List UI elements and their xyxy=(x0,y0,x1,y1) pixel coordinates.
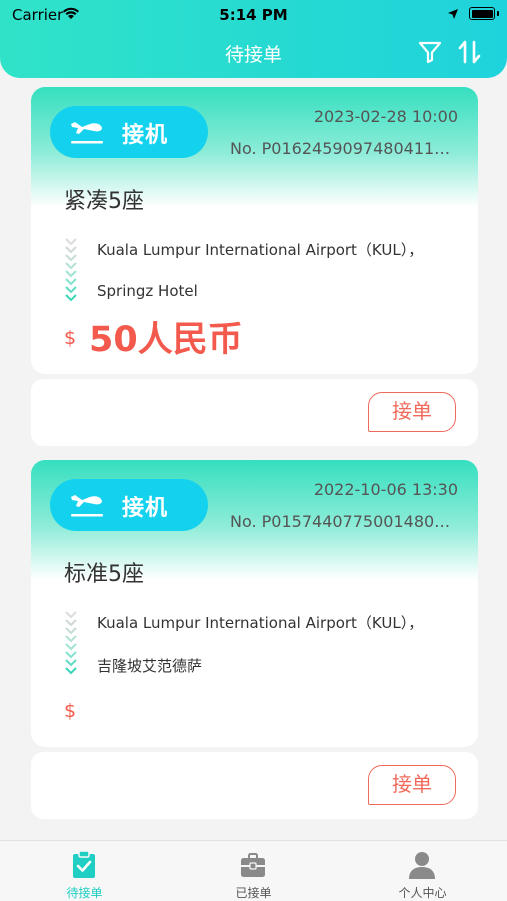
vehicle-type: 紧凑5座 xyxy=(64,189,144,214)
tab-pending-orders[interactable]: 待接单 xyxy=(0,841,169,901)
vehicle-type: 标准5座 xyxy=(64,562,144,587)
order-card[interactable]: 接机 2023-02-28 10:00 No. P016245909748041… xyxy=(31,87,478,374)
order-action-bar: 接单 xyxy=(31,379,478,446)
accept-order-button[interactable]: 接单 xyxy=(368,392,456,432)
order-date: 2022-10-06 13:30 xyxy=(313,480,458,499)
status-bar: Carrier 5:14 PM xyxy=(0,0,507,28)
order-card[interactable]: 接机 2022-10-06 13:30 No. P015744077500148… xyxy=(31,460,478,747)
tab-label: 待接单 xyxy=(66,886,103,900)
sort-icon[interactable] xyxy=(457,39,483,65)
tab-label: 个人中心 xyxy=(398,886,447,900)
currency-symbol: $ xyxy=(64,700,77,722)
order-price: 50人民币 xyxy=(89,320,243,360)
battery-icon xyxy=(469,7,495,20)
tab-profile[interactable]: 个人中心 xyxy=(338,841,507,901)
order-action-bar: 接单 xyxy=(31,752,478,819)
plane-landing-icon xyxy=(71,495,103,517)
clipboard-check-icon xyxy=(73,850,95,878)
briefcase-icon xyxy=(241,853,265,877)
route-dropoff: Springz Hotel xyxy=(97,282,198,300)
route-pickup: Kuala Lumpur International Airport（KUL）， xyxy=(97,241,424,259)
route-pickup: Kuala Lumpur International Airport（KUL）， xyxy=(97,614,424,632)
app-header: Carrier 5:14 PM 待接单 xyxy=(0,0,507,78)
tab-label: 已接单 xyxy=(235,886,272,900)
tab-accepted-orders[interactable]: 已接单 xyxy=(169,841,338,901)
order-number: No. P0157440775001480222 xyxy=(230,512,458,531)
order-number: No. P0162459097480411116 xyxy=(230,139,458,158)
plane-landing-icon xyxy=(71,122,103,144)
service-tag-label: 接机 xyxy=(122,123,169,148)
route-chevrons-icon xyxy=(65,238,77,302)
user-icon xyxy=(409,852,435,879)
location-arrow-icon xyxy=(448,9,458,19)
order-date: 2023-02-28 10:00 xyxy=(313,107,458,126)
clock: 5:14 PM xyxy=(219,6,288,24)
service-tag-label: 接机 xyxy=(122,496,169,521)
accept-order-button[interactable]: 接单 xyxy=(368,765,456,805)
route-dropoff: 吉隆坡艾范德萨 xyxy=(97,657,203,675)
service-tag: 接机 xyxy=(50,479,208,531)
route-chevrons-icon xyxy=(65,611,77,675)
filter-icon[interactable] xyxy=(418,40,442,64)
tab-bar: 待接单 已接单 个人中心 xyxy=(0,840,507,901)
currency-symbol: $ xyxy=(64,327,77,349)
service-tag: 接机 xyxy=(50,106,208,158)
battery-tip xyxy=(497,11,499,16)
